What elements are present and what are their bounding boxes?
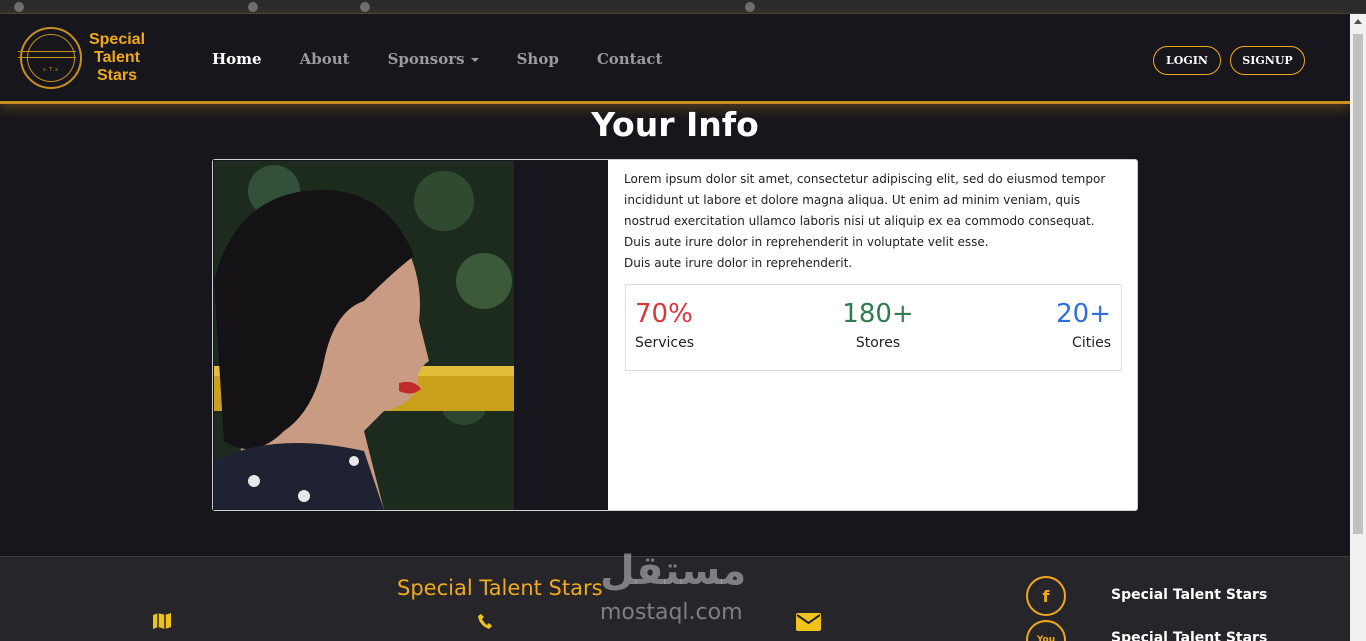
signup-button[interactable]: SIGNUP: [1230, 46, 1305, 75]
profile-photo: [214, 161, 514, 510]
stat-value: 20+: [1056, 299, 1111, 329]
navbar: s.T.s Special Talent Stars Home About Sp…: [0, 14, 1350, 104]
youtube-icon[interactable]: You: [1026, 620, 1066, 641]
facebook-icon[interactable]: f: [1026, 576, 1066, 616]
stat-stores: 180+ Stores: [826, 297, 930, 353]
main-nav: Home About Sponsors Shop Contact: [212, 50, 662, 68]
phone-icon: [478, 613, 492, 634]
nav-shop[interactable]: Shop: [517, 50, 559, 68]
bio-text: Lorem ipsum dolor sit amet, consectetur …: [624, 169, 1124, 274]
stat-label: Stores: [855, 335, 901, 351]
nav-sponsors-label: Sponsors: [387, 50, 465, 68]
social-label-facebook[interactable]: Special Talent Stars: [1111, 587, 1267, 603]
stat-label: Services: [635, 335, 695, 351]
photo-column: [213, 160, 608, 510]
watermark-latin: mostaql.com: [600, 600, 743, 625]
stat-services: 70% Services: [635, 297, 694, 353]
page-scrollbar[interactable]: [1350, 14, 1366, 641]
stat-label: Cities: [1072, 335, 1111, 351]
brand-logo[interactable]: s.T.s: [18, 27, 82, 89]
stat-value: 70%: [635, 299, 693, 329]
nav-home[interactable]: Home: [212, 50, 262, 68]
map-icon: [153, 613, 171, 634]
logo-text: s.T.s: [43, 67, 59, 73]
stats-panel: 70% Services 180+ Stores 20+ Cities: [625, 284, 1122, 371]
nav-sponsors[interactable]: Sponsors: [388, 50, 479, 68]
info-card: Lorem ipsum dolor sit amet, consectetur …: [212, 159, 1138, 511]
envelope-icon: [796, 613, 821, 636]
chevron-down-icon: [470, 58, 479, 62]
nav-contact[interactable]: Contact: [597, 50, 663, 68]
footer-brand: Special Talent Stars: [397, 576, 603, 600]
scrollbar-thumb[interactable]: [1353, 34, 1363, 534]
page-title: Your Info: [591, 105, 759, 144]
browser-bookmarks-strip: [0, 0, 1366, 14]
login-button[interactable]: LOGIN: [1153, 46, 1221, 75]
scroll-up-icon[interactable]: [1354, 19, 1362, 24]
bio-extra: Duis aute irure dolor in reprehenderit.: [624, 256, 853, 270]
stat-cities: 20+ Cities: [1056, 297, 1111, 353]
brand-line-1: Special: [88, 31, 146, 48]
social-label-youtube[interactable]: Special Talent Stars: [1111, 630, 1267, 641]
bio-paragraph: Lorem ipsum dolor sit amet, consectetur …: [624, 172, 1106, 249]
brand-name[interactable]: Special Talent Stars: [84, 31, 150, 85]
brand-line-2: Talent: [94, 49, 140, 66]
stat-value: 180+: [842, 299, 914, 329]
watermark-arabic: مستقل: [600, 548, 747, 594]
nav-about[interactable]: About: [300, 50, 350, 68]
brand-line-3: Stars: [96, 67, 138, 84]
